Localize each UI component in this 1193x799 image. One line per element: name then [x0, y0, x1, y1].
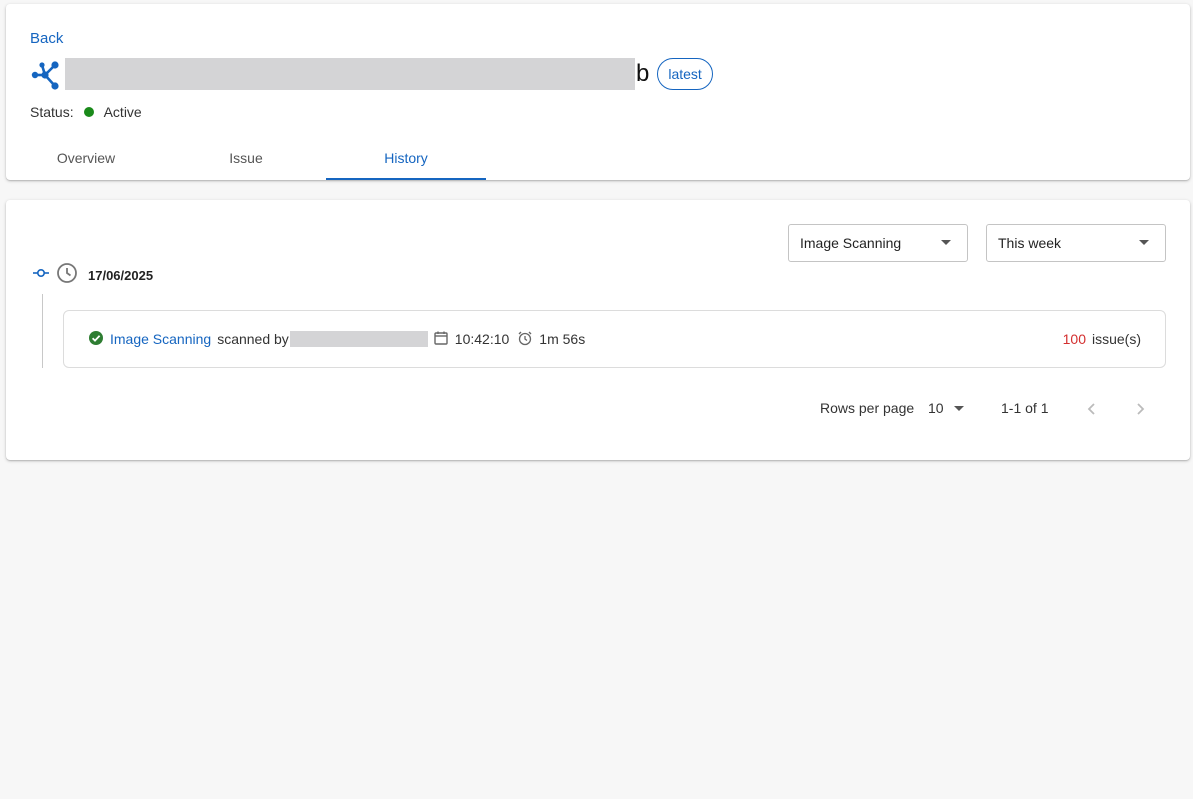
tab-issue[interactable]: Issue [166, 136, 326, 180]
alarm-icon [517, 330, 533, 349]
timeline-line [42, 294, 43, 368]
scan-time: 10:42:10 [454, 331, 510, 347]
chevron-right-icon [1137, 403, 1145, 415]
redacted-asset-name [65, 58, 635, 90]
period-select[interactable]: This week [986, 224, 1166, 262]
scan-type-select-value: Image Scanning [800, 235, 902, 251]
issue-count-number: 100 [1062, 331, 1086, 347]
previous-page-button[interactable] [1081, 398, 1103, 420]
clock-icon [56, 262, 78, 289]
dropdown-caret-icon [941, 240, 951, 245]
dropdown-caret-icon [1139, 240, 1149, 245]
check-circle-icon [89, 330, 103, 348]
tab-bar: Overview Issue History [6, 136, 486, 180]
tab-history[interactable]: History [326, 136, 486, 180]
status-dot [83, 107, 94, 117]
commit-icon [32, 263, 50, 288]
chevron-left-icon [1087, 403, 1095, 415]
next-page-button[interactable] [1129, 398, 1151, 420]
scan-duration: 1m 56s [539, 331, 586, 347]
history-entry: Image Scanning scanned by 10:42:10 1m 56… [63, 310, 1166, 368]
rows-per-page-value: 10 [928, 400, 944, 416]
rows-per-page-label: Rows per page [820, 400, 915, 416]
period-select-value: This week [998, 235, 1062, 251]
timeline-date-row: 17/06/2025 [32, 262, 153, 289]
history-card: Image Scanning This week 17/06/2025 Imag… [6, 200, 1190, 460]
network-icon [30, 58, 64, 90]
asset-header-card: Back b latest Status: Active Overview Is… [6, 4, 1190, 180]
asset-title-row: b latest [30, 56, 713, 92]
pagination: Rows per page 10 1-1 of 1 [6, 398, 1190, 420]
page-range-label: 1-1 of 1 [1001, 400, 1049, 416]
redacted-user-name [289, 331, 428, 347]
scanned-by-label: scanned by [217, 331, 289, 347]
scan-name-link[interactable]: Image Scanning [110, 331, 211, 347]
rows-per-page-select[interactable]: 10 [928, 400, 964, 416]
status-label: Status: [30, 104, 74, 120]
scan-duration-meta: 1m 56s [517, 330, 585, 349]
tab-overview[interactable]: Overview [6, 136, 166, 180]
tag-chip-latest[interactable]: latest [657, 58, 713, 90]
dropdown-caret-icon [953, 405, 964, 411]
calendar-icon [433, 330, 449, 349]
scan-type-select[interactable]: Image Scanning [788, 224, 968, 262]
status-value: Active [103, 104, 142, 120]
asset-name-suffix: b [636, 60, 650, 87]
status-row: Status: Active [30, 104, 142, 120]
back-link[interactable]: Back [30, 30, 63, 47]
scan-time-meta: 10:42:10 [433, 330, 510, 349]
issue-count-label: issue(s) [1091, 331, 1141, 347]
timeline-date: 17/06/2025 [88, 268, 154, 283]
issue-count[interactable]: 100 issue(s) [1063, 311, 1141, 367]
